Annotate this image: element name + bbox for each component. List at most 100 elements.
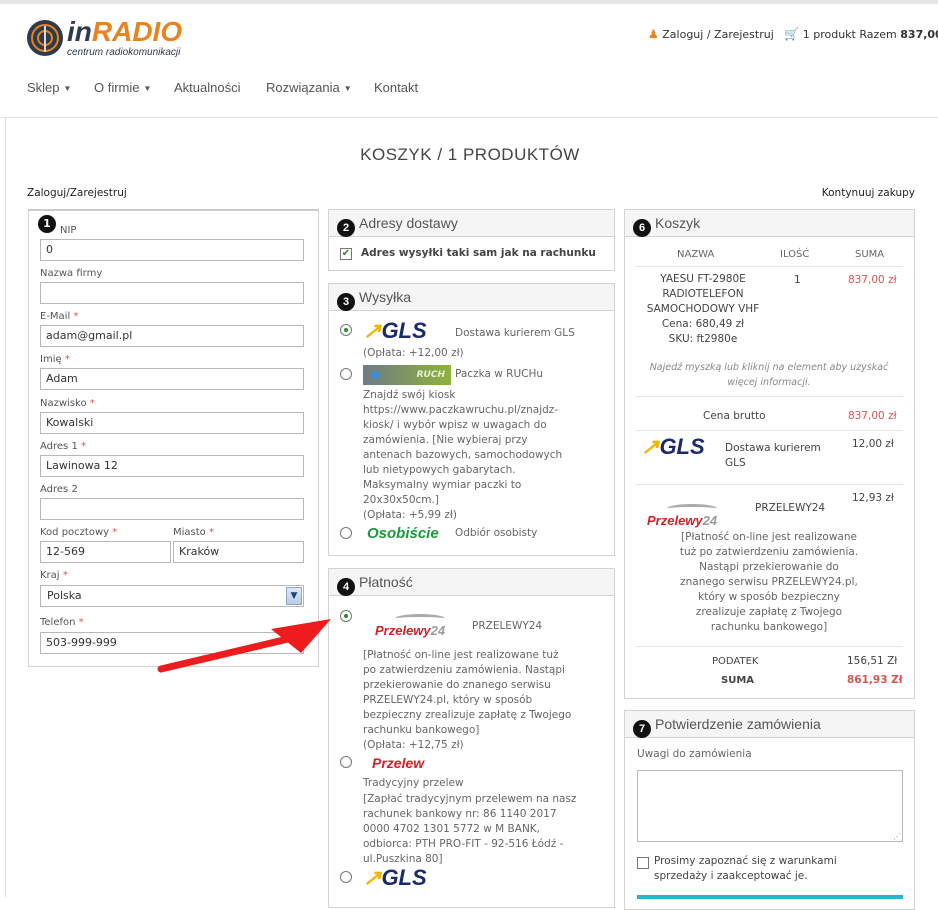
content-edge <box>5 118 6 897</box>
company-input[interactable] <box>40 282 304 304</box>
step-number: 3 <box>337 293 355 311</box>
nav-item-aktualnosci[interactable]: Aktualności <box>174 80 240 95</box>
cart-product-name[interactable]: YAESU FT-2980E RADIOTELEFON SAMOCHODOWY VH… <box>633 272 773 347</box>
email-input[interactable]: adam@gmail.pl <box>40 325 304 347</box>
step-number: 7 <box>633 720 651 738</box>
address1-label: Adres 1 * <box>40 441 86 452</box>
confirmation-panel: 7 Potwierdzenie zamówienia Uwagi do zamów… <box>624 710 915 910</box>
cart-icon[interactable]: 🛒 <box>784 27 799 41</box>
tax-value: 156,51 Zł <box>847 655 898 667</box>
last-name-input[interactable]: Kowalski <box>40 412 304 434</box>
step-number: 2 <box>337 219 355 237</box>
address2-input[interactable] <box>40 498 304 520</box>
caret-down-icon: ▼ <box>143 84 152 93</box>
column-header-name: NAZWA <box>677 249 715 260</box>
gross-price-label: Cena brutto <box>703 410 766 422</box>
panel-header: 4 Płatność <box>329 569 614 596</box>
divider <box>635 646 903 647</box>
company-label: Nazwa firmy <box>40 268 103 279</box>
column-header-qty: ILOŚĆ <box>780 249 810 260</box>
step-number: 4 <box>337 578 355 596</box>
order-notes-label: Uwagi do zamówienia <box>637 748 752 760</box>
payment-p24-desc: [Płatność on-line jest realizowane tuż po… <box>363 649 572 751</box>
step-number: 6 <box>633 219 651 237</box>
cart-total[interactable]: 837,00 zł <box>900 28 938 41</box>
shipping-ruch-desc: Znajdź swój kiosk https://www.paczkawruch… <box>363 389 563 521</box>
panel-header: 3 Wysyłka <box>329 284 614 311</box>
shipping-gls-fee: (Opłata: +12,00 zł) <box>363 347 464 359</box>
payment-gls-radio[interactable] <box>340 871 352 883</box>
panel-header: 7 Potwierdzenie zamówienia <box>625 711 914 738</box>
total-value: 861,93 Zł <box>847 674 903 686</box>
email-label: E-Mail * <box>40 311 79 322</box>
login-link[interactable]: Zaloguj/Zarejestruj <box>27 187 127 199</box>
przelewy24-logo: Przelewy24 <box>647 504 717 528</box>
shipping-gls-radio[interactable] <box>340 324 352 336</box>
first-name-label: Imię * <box>40 354 70 365</box>
cart-summary[interactable]: 1 produkt Razem <box>803 28 897 41</box>
top-shadow <box>0 0 938 4</box>
account-bar: ♟ Zaloguj / Zarejestruj 🛒 1 produkt Raze… <box>648 27 938 41</box>
country-label: Kraj * <box>40 570 68 581</box>
przelew-logo: Przelew <box>372 755 425 771</box>
brand-tagline: centrum radiokomunikacji <box>67 47 181 58</box>
nav-item-sklep[interactable]: Sklep ▼ <box>27 80 71 95</box>
address1-input[interactable]: Lawinowa 12 <box>40 455 304 477</box>
login-register-link[interactable]: Zaloguj / Zarejestruj <box>662 28 774 41</box>
terms-label: Prosimy zapoznać się z warunkami sprzedaż… <box>654 855 837 882</box>
caret-down-icon: ▼ <box>63 84 72 93</box>
payment-transfer-name: Tradycyjny przelew <box>363 777 464 789</box>
shipping-gls-name: Dostawa kurierem GLS <box>455 327 575 339</box>
continue-shopping-link[interactable]: Kontynuuj zakupy <box>822 187 915 199</box>
payment-transfer-radio[interactable] <box>340 756 352 768</box>
shipping-ruch-radio[interactable] <box>340 368 352 380</box>
payment-panel: 4 Płatność Przelewy24 PRZELEWY24 [Płatnoś… <box>328 568 615 908</box>
payment-transfer-desc: [Zapłać tradycyjnym przelewem na nasz rac… <box>363 793 577 865</box>
divider <box>635 266 903 267</box>
panel-title: Adresy dostawy <box>359 215 458 231</box>
tax-label: PODATEK <box>712 656 759 667</box>
shipping-panel: 3 Wysyłka ↗GLS Dostawa kurierem GLS (Opła… <box>328 283 615 556</box>
payment-p24-name: PRZELEWY24 <box>472 620 543 632</box>
page-title: KOSZYK / 1 PRODUKTÓW <box>360 145 580 164</box>
cart-panel: 6 Koszyk NAZWA ILOŚĆ SUMA YAESU FT-2980E R… <box>624 209 915 699</box>
order-notes-textarea[interactable]: ⋰ <box>637 770 903 842</box>
gls-logo: ↗GLS <box>363 865 427 890</box>
postal-code-input[interactable]: 12-569 <box>40 541 171 563</box>
radio-tower-icon <box>27 20 63 56</box>
nip-input[interactable]: 0 <box>40 239 304 261</box>
cart-product-sum: 837,00 zł <box>848 274 897 286</box>
delivery-address-panel: 2 Adresy dostawy ✔ Adres wysyłki taki sam… <box>328 209 615 271</box>
address2-label: Adres 2 <box>40 484 78 495</box>
nav-item-kontakt[interactable]: Kontakt <box>374 80 418 95</box>
resize-grip-icon[interactable]: ⋰ <box>893 832 901 841</box>
brand-name: inRADIO <box>67 16 183 47</box>
terms-checkbox[interactable] <box>637 857 649 869</box>
total-label: SUMA <box>721 675 755 686</box>
user-icon: ♟ <box>648 27 659 41</box>
chevron-down-icon[interactable]: ▼ <box>286 587 302 605</box>
same-address-checkbox[interactable]: ✔ <box>340 248 352 260</box>
city-input[interactable]: Kraków <box>173 541 304 563</box>
divider <box>635 430 903 431</box>
last-name-label: Nazwisko * <box>40 398 95 409</box>
panel-title: Wysyłka <box>359 289 411 305</box>
gls-logo: ↗GLS <box>641 434 705 459</box>
submit-button-edge[interactable] <box>637 895 903 899</box>
first-name-input[interactable]: Adam <box>40 368 304 390</box>
gls-logo: ↗GLS <box>363 318 427 343</box>
nav-item-rozwiazania[interactable]: Rozwiązania ▼ <box>266 80 352 95</box>
shipping-personal-radio[interactable] <box>340 527 352 539</box>
country-select[interactable]: Polska ▼ <box>40 585 304 607</box>
postal-code-label: Kod pocztowy * <box>40 527 118 538</box>
payment-p24-radio[interactable] <box>340 610 352 622</box>
cart-payment-desc: [Płatność on-line jest realizowane tuż po… <box>679 531 859 633</box>
gross-price-value: 837,00 zł <box>848 410 897 422</box>
cart-shipping-value: 12,00 zł <box>852 438 894 450</box>
shipping-personal-name: Odbiór osobisty <box>455 527 538 539</box>
panel-title: Koszyk <box>655 215 701 231</box>
billing-panel: 1 NIP 0 Nazwa firmy E-Mail * adam@gmail.… <box>28 209 319 667</box>
phone-label: Telefon * <box>40 617 84 628</box>
panel-header: 2 Adresy dostawy <box>329 210 614 237</box>
nav-item-o-firmie[interactable]: O firmie ▼ <box>94 80 151 95</box>
